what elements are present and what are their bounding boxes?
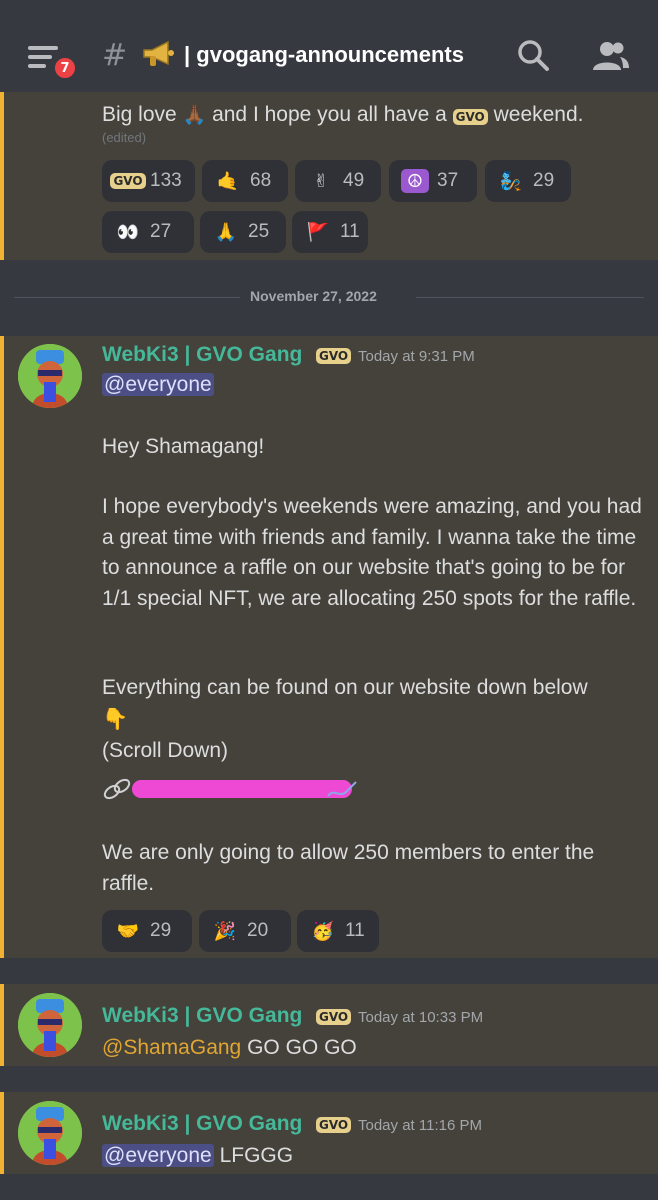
shama-hand-icon: 🤙 bbox=[216, 170, 240, 192]
character-icon: 🧞 bbox=[499, 170, 523, 192]
reaction-eyes[interactable]: 👀 27 bbox=[102, 211, 194, 253]
reaction-peace-hand[interactable]: ✌ 49 bbox=[295, 160, 381, 202]
gvo-tag-icon: GVO bbox=[316, 1009, 352, 1025]
flag-figure-icon: 🚩 bbox=[306, 221, 330, 243]
search-icon[interactable] bbox=[516, 38, 552, 74]
peace-hand-icon: ✌ bbox=[313, 170, 329, 192]
eyes-icon: 👀 bbox=[116, 221, 140, 243]
avatar[interactable] bbox=[18, 344, 82, 408]
message-timestamp: Today at 9:31 PM bbox=[358, 348, 475, 365]
pointing-down-icon: 👇 bbox=[102, 706, 129, 731]
divider-line-right bbox=[416, 297, 644, 298]
reaction-character[interactable]: 🧞 29 bbox=[485, 160, 571, 202]
message-highlighted bbox=[0, 1092, 658, 1174]
gvo-tag-icon: GVO bbox=[316, 1117, 352, 1133]
message-text-line: Big love 🙏🏾 and I hope you all have a GV… bbox=[102, 103, 584, 126]
reaction-handshake[interactable]: 🤝 29 bbox=[102, 910, 192, 952]
members-icon[interactable] bbox=[590, 38, 630, 74]
divider-line-left bbox=[14, 297, 240, 298]
reaction-party-popper[interactable]: 🎉 20 bbox=[199, 910, 291, 952]
everyone-mention[interactable]: @everyone bbox=[102, 1144, 214, 1167]
avatar-image bbox=[18, 344, 82, 408]
avatar-image bbox=[18, 993, 82, 1057]
message-text-line: @ShamaGang GO GO GO bbox=[102, 1036, 357, 1059]
reaction-shama-hand[interactable]: 🤙 68 bbox=[202, 160, 288, 202]
hash-icon: # bbox=[102, 38, 128, 73]
avatar[interactable] bbox=[18, 1101, 82, 1165]
everyone-mention[interactable]: @everyone bbox=[102, 373, 214, 396]
date-divider: November 27, 2022 bbox=[250, 288, 377, 304]
reaction-bow-hands[interactable]: 🙏 25 bbox=[200, 211, 286, 253]
party-face-icon: 🥳 bbox=[311, 920, 335, 942]
reaction-peace-symbol[interactable]: ☮ 37 bbox=[389, 160, 477, 202]
reaction-party-face[interactable]: 🥳 11 bbox=[297, 910, 379, 952]
author-name[interactable]: WebKi3 | GVO Gang bbox=[102, 343, 302, 367]
bow-hands-icon: 🙏 bbox=[214, 221, 238, 243]
reaction-gvo[interactable]: GVO 133 bbox=[102, 160, 195, 202]
message-paragraph: I hope everybody's weekends were amazing… bbox=[102, 495, 642, 610]
message-paragraph: Everything can be found on our website d… bbox=[102, 673, 642, 767]
author-name[interactable]: WebKi3 | GVO Gang bbox=[102, 1112, 302, 1136]
bow-hands-icon: 🙏🏾 bbox=[182, 105, 207, 126]
gvo-emoji-icon: GVO bbox=[452, 109, 488, 125]
party-popper-icon: 🎉 bbox=[213, 920, 237, 942]
website-link[interactable] bbox=[102, 774, 362, 804]
channel-header: 7 # | gvogang-announcements bbox=[0, 0, 658, 92]
message-paragraph: We are only going to allow 250 members t… bbox=[102, 841, 595, 895]
message-timestamp: Today at 10:33 PM bbox=[358, 1009, 484, 1026]
message-greeting: Hey Shamagang! bbox=[102, 435, 265, 458]
shamagang-mention[interactable]: @ShamaGang bbox=[102, 1036, 241, 1059]
peace-symbol-icon: ☮ bbox=[401, 169, 429, 193]
link-icon bbox=[103, 778, 131, 800]
reaction-flag-figure[interactable]: 🚩 11 bbox=[292, 211, 368, 253]
handshake-icon: 🤝 bbox=[116, 920, 140, 942]
gvo-emoji-icon: GVO bbox=[110, 169, 146, 193]
bottom-gap bbox=[0, 1174, 658, 1200]
megaphone-icon bbox=[143, 40, 174, 66]
author-name[interactable]: WebKi3 | GVO Gang bbox=[102, 1004, 302, 1028]
channel-name[interactable]: | gvogang-announcements bbox=[184, 42, 464, 68]
message-gap bbox=[0, 958, 658, 984]
notification-badge: 7 bbox=[52, 55, 78, 81]
message-gap bbox=[0, 1066, 658, 1092]
avatar-image bbox=[18, 1101, 82, 1165]
edited-label: (edited) bbox=[102, 130, 147, 145]
redaction-scribble bbox=[132, 780, 352, 798]
message-text-line: @everyone LFGGG bbox=[102, 1144, 294, 1167]
gvo-tag-icon: GVO bbox=[316, 348, 352, 364]
scroll-note: (Scroll Down) bbox=[102, 739, 229, 762]
message-mention-line: @everyone bbox=[102, 373, 214, 397]
message-timestamp: Today at 11:16 PM bbox=[358, 1117, 482, 1134]
avatar[interactable] bbox=[18, 993, 82, 1057]
link-tail-icon bbox=[327, 781, 357, 797]
